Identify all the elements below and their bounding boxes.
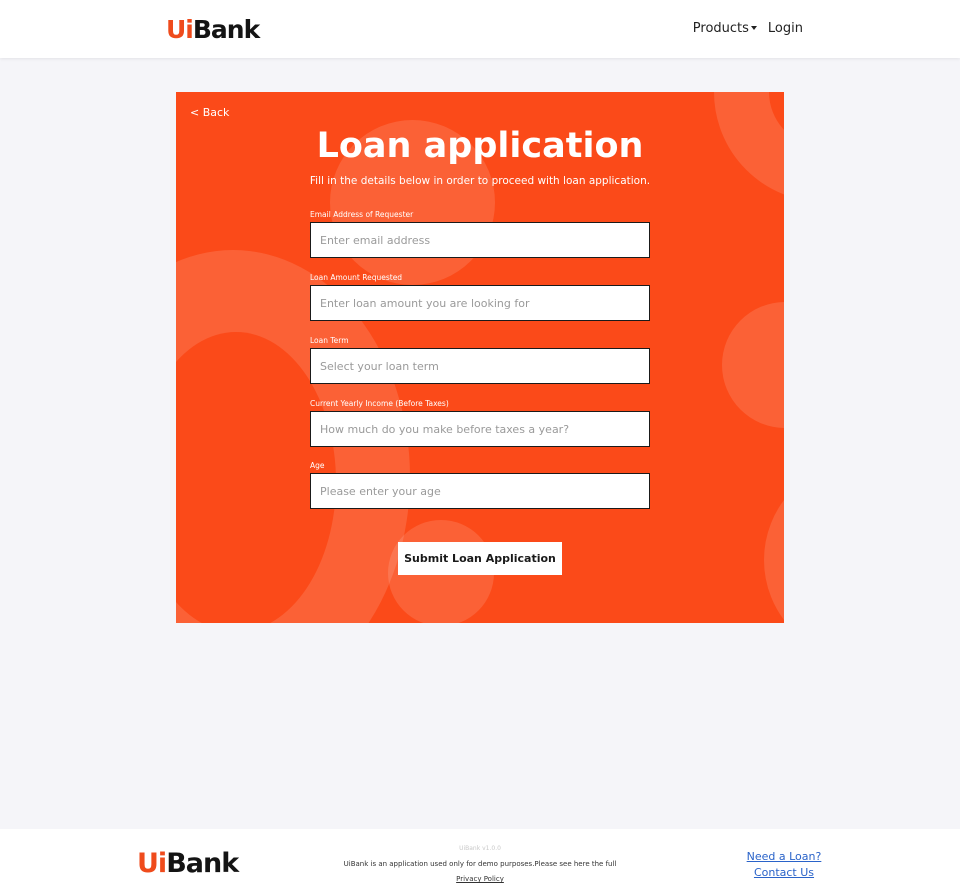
back-link[interactable]: < Back	[190, 106, 229, 119]
yearly-income-label: Current Yearly Income (Before Taxes)	[310, 399, 449, 408]
page-subtitle: Fill in the details below in order to pr…	[309, 175, 651, 187]
need-a-loan-link[interactable]: Need a Loan?	[740, 849, 828, 865]
email-input[interactable]	[310, 222, 650, 258]
caret-down-icon	[750, 25, 757, 30]
loan-amount-input[interactable]	[310, 285, 650, 321]
disclaimer-text: UiBank is an application used only for d…	[330, 857, 630, 887]
products-label: Products	[692, 21, 749, 36]
loan-term-field-group: Loan Term	[310, 336, 650, 384]
loan-term-label: Loan Term	[310, 336, 349, 345]
login-link[interactable]: Login	[768, 20, 803, 38]
decorative-ring	[764, 460, 784, 623]
uibank-logo[interactable]: UiBank	[166, 14, 260, 46]
loan-amount-label: Loan Amount Requested	[310, 273, 403, 282]
email-field-group: Email Address of Requester	[310, 210, 650, 258]
footer-links: Need a Loan? Contact Us	[740, 849, 828, 881]
yearly-income-input[interactable]	[310, 411, 650, 447]
email-label: Email Address of Requester	[310, 210, 414, 219]
footer-info: UiBank v1.0.0 UiBank is an application u…	[330, 845, 630, 887]
footer-logo-bank-text: Bank	[166, 848, 239, 879]
top-navbar: UiBank Products Login	[0, 0, 960, 58]
nav-menu: Products Login	[693, 20, 803, 38]
age-label: Age	[310, 461, 325, 470]
logo-ui-text: Ui	[166, 15, 194, 44]
privacy-policy-link[interactable]: Privacy Policy	[456, 875, 504, 883]
version-text: UiBank v1.0.0	[459, 845, 501, 852]
footer: UiBank UiBank v1.0.0 UiBank is an applic…	[0, 829, 960, 896]
page-title: Loan application	[316, 126, 644, 166]
loan-application-card: < Back Loan application Fill in the deta…	[176, 92, 784, 623]
age-input[interactable]	[310, 473, 650, 509]
submit-loan-application-button[interactable]: Submit Loan Application	[398, 542, 562, 575]
logo-bank-text: Bank	[192, 15, 260, 44]
age-field-group: Age	[310, 461, 650, 509]
footer-logo-ui-text: Ui	[137, 848, 167, 879]
yearly-income-field-group: Current Yearly Income (Before Taxes)	[310, 399, 650, 447]
decorative-circle	[722, 302, 784, 428]
products-dropdown[interactable]: Products	[693, 20, 757, 38]
loan-term-input[interactable]	[310, 348, 650, 384]
disclaimer-body: UiBank is an application used only for d…	[343, 860, 617, 868]
footer-logo[interactable]: UiBank	[137, 848, 239, 880]
loan-amount-field-group: Loan Amount Requested	[310, 273, 650, 321]
contact-us-link[interactable]: Contact Us	[740, 865, 828, 881]
